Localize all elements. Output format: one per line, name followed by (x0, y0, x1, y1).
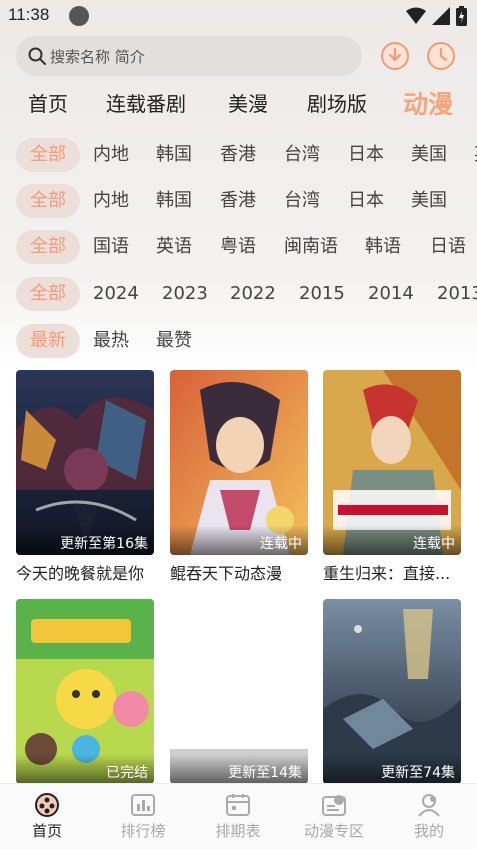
calendar-icon (226, 794, 250, 816)
filter-language-mandarin[interactable]: 国语 (93, 230, 129, 264)
nav-home[interactable]: 首页 (2, 792, 92, 841)
anime-poster: 更新至74集 (323, 599, 461, 784)
nav-schedule[interactable]: 排期表 (193, 792, 283, 841)
main-tabs: 首页 连载番剧 美漫 剧场版 动漫 (0, 84, 477, 122)
filter-language-english[interactable]: 英语 (156, 230, 192, 264)
tab-anime[interactable]: 动漫 (403, 85, 453, 121)
anime-card[interactable]: 更新至74集 (323, 599, 461, 784)
episode-badge: 更新至14集 (170, 754, 308, 784)
nav-label: 排期表 (215, 822, 261, 840)
notification-dot-icon (69, 6, 89, 26)
anime-title: 重生归来：直接... (323, 564, 451, 583)
filter-language-all[interactable]: 全部 (16, 230, 80, 264)
filter-row-region: 全部 内地 韩国 香港 台湾 日本 美国 英 (16, 138, 477, 172)
tab-serial-anime[interactable]: 连载番剧 (106, 88, 186, 117)
filter-language-minnan[interactable]: 闽南语 (284, 230, 338, 264)
anime-poster: 已完结 (16, 599, 154, 784)
anime-poster: 连载中 (170, 370, 308, 555)
search-input[interactable]: 搜索名称 简介 (16, 36, 362, 76)
filter-region2-hongkong[interactable]: 香港 (220, 184, 256, 218)
anime-poster: 连载中 (323, 370, 461, 555)
filter-language-korean[interactable]: 韩语 (365, 230, 401, 264)
filter-region-usa[interactable]: 美国 (411, 138, 447, 172)
filter-year-2024[interactable]: 2024 (93, 277, 139, 311)
filter-region-taiwan[interactable]: 台湾 (284, 138, 320, 172)
status-icons (406, 6, 467, 26)
filter-region2-usa[interactable]: 美国 (411, 184, 447, 218)
sort-most-liked[interactable]: 最赞 (156, 324, 192, 358)
filter-year-2013[interactable]: 2013 (437, 277, 477, 311)
sort-hottest[interactable]: 最热 (93, 324, 129, 358)
profile-icon (418, 794, 440, 817)
status-bar: 11:38 (0, 0, 477, 32)
filter-row-sort: 最新 最热 最赞 (16, 324, 477, 358)
search-icon (28, 47, 46, 65)
filter-region-japan[interactable]: 日本 (348, 138, 384, 172)
search-row: 搜索名称 简介 (16, 36, 466, 76)
wifi-icon (406, 7, 426, 24)
filter-region-hongkong[interactable]: 香港 (220, 138, 256, 172)
home-film-reel-icon (35, 793, 59, 817)
battery-icon (456, 6, 467, 26)
tab-theatrical[interactable]: 剧场版 (307, 88, 367, 117)
sort-latest[interactable]: 最新 (16, 324, 80, 358)
episode-badge: 更新至74集 (323, 754, 461, 784)
anime-title: 鲲吞天下动态漫 (170, 564, 283, 583)
episode-badge: 更新至第16集 (16, 525, 154, 555)
anime-zone-icon (322, 795, 346, 816)
download-icon[interactable] (380, 41, 410, 71)
filter-year-2023[interactable]: 2023 (162, 277, 208, 311)
nav-profile[interactable]: 我的 (384, 792, 474, 841)
filter-region2-japan[interactable]: 日本 (348, 184, 384, 218)
status-badge: 连载中 (323, 525, 461, 555)
filter-region2-korea[interactable]: 韩国 (156, 184, 192, 218)
filter-year-all[interactable]: 全部 (16, 277, 80, 311)
tab-american-comics[interactable]: 美漫 (228, 88, 268, 117)
filter-region-mainland[interactable]: 内地 (93, 138, 129, 172)
signal-icon (432, 7, 450, 25)
filter-row-language: 全部 国语 英语 粤语 闽南语 韩语 日语 (16, 230, 477, 264)
status-badge: 已完结 (16, 754, 154, 784)
status-badge: 连载中 (170, 525, 308, 555)
filter-region2-mainland[interactable]: 内地 (93, 184, 129, 218)
anime-poster: 更新至第16集 (16, 370, 154, 555)
nav-anime-zone[interactable]: 动漫专区 (289, 792, 379, 841)
nav-label: 我的 (413, 822, 444, 840)
tab-home[interactable]: 首页 (28, 88, 68, 117)
filter-row-region-2: 全部 内地 韩国 香港 台湾 日本 美国 (16, 184, 477, 218)
anime-title: 今天的晚餐就是你 (16, 564, 145, 583)
bottom-nav: 首页 排行榜 排期表 动漫专区 我的 (0, 783, 477, 849)
filter-year-2022[interactable]: 2022 (230, 277, 276, 311)
filter-language-japanese[interactable]: 日语 (430, 230, 466, 264)
anime-card[interactable]: 更新至第16集 今天的晚餐就是你 (16, 370, 154, 584)
filter-region-all[interactable]: 全部 (16, 138, 80, 172)
nav-label: 排行榜 (120, 822, 166, 840)
anime-card[interactable]: 更新至14集 (170, 599, 308, 784)
search-placeholder: 搜索名称 简介 (50, 47, 145, 66)
anime-poster: 更新至14集 (170, 599, 308, 784)
nav-label: 首页 (31, 822, 62, 840)
filter-row-year: 全部 2024 2023 2022 2015 2014 2013 (16, 277, 477, 311)
nav-ranking[interactable]: 排行榜 (98, 792, 188, 841)
nav-label: 动漫专区 (303, 822, 364, 840)
filter-year-2015[interactable]: 2015 (299, 277, 345, 311)
anime-card[interactable]: 连载中 重生归来：直接... (323, 370, 461, 584)
filter-region2-all[interactable]: 全部 (16, 184, 80, 218)
ranking-chart-icon (131, 794, 155, 816)
anime-card[interactable]: 已完结 (16, 599, 154, 784)
filter-region-korea[interactable]: 韩国 (156, 138, 192, 172)
history-clock-icon[interactable] (426, 41, 456, 71)
status-time: 11:38 (8, 5, 50, 24)
filter-region2-taiwan[interactable]: 台湾 (284, 184, 320, 218)
filter-year-2014[interactable]: 2014 (368, 277, 414, 311)
anime-card[interactable]: 连载中 鲲吞天下动态漫 (170, 370, 308, 584)
filter-language-cantonese[interactable]: 粤语 (220, 230, 256, 264)
